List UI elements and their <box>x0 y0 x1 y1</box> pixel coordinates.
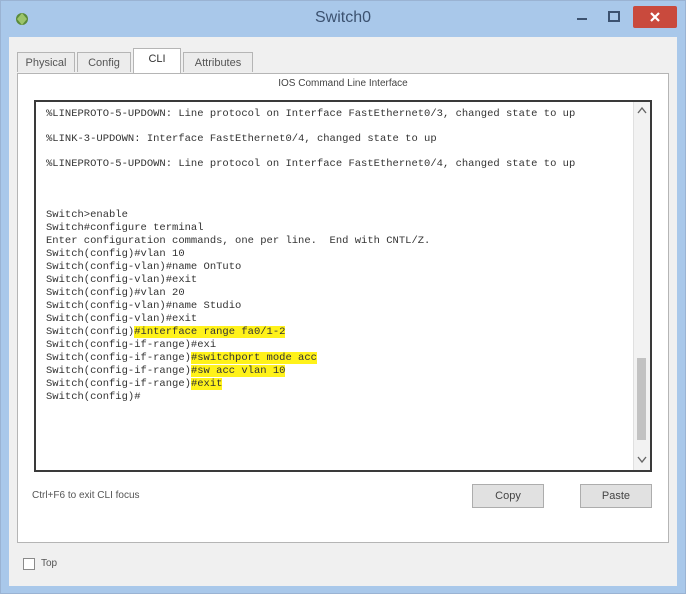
terminal-line: Enter configuration commands, one per li… <box>46 235 431 247</box>
tab-config[interactable]: Config <box>77 52 131 72</box>
terminal-line: Switch(config-vlan)#name Studio <box>46 300 242 312</box>
terminal-line: %LINEPROTO-5-UPDOWN: Line protocol on In… <box>46 108 576 120</box>
terminal-line: Switch(config)#interface range fa0/1-2 <box>46 326 626 339</box>
title-bar[interactable]: Switch0 <box>1 1 685 37</box>
terminal-line: Switch(config-if-range)#exit <box>46 378 626 391</box>
highlighted-command: #sw acc vlan 10 <box>190 365 286 377</box>
highlighted-command: #exit <box>190 378 223 390</box>
highlighted-command: #interface range fa0/1-2 <box>134 326 286 338</box>
top-checkbox[interactable] <box>23 558 35 570</box>
terminal-prompt: Switch(config-if-range) <box>46 352 191 364</box>
terminal-line: Switch(config)#vlan 20 <box>46 287 185 299</box>
tab-physical[interactable]: Physical <box>17 52 75 72</box>
terminal-line: Switch(config-if-range)#exi <box>46 339 217 351</box>
terminal-prompt: Switch(config-if-range) <box>46 365 191 377</box>
terminal-line: Switch(config)#vlan 10 <box>46 248 185 260</box>
terminal-line: Switch(config-if-range)#switchport mode … <box>46 352 626 365</box>
copy-button[interactable]: Copy <box>472 484 544 508</box>
terminal-line: Switch(config-vlan)#exit <box>46 313 198 325</box>
vertical-scrollbar[interactable] <box>633 102 650 470</box>
terminal-line: Switch(config-vlan)#exit <box>46 274 198 286</box>
top-checkbox-label: Top <box>41 558 58 569</box>
terminal-line: %LINEPROTO-5-UPDOWN: Line protocol on In… <box>46 158 576 170</box>
close-icon <box>650 12 660 22</box>
cli-terminal[interactable]: %LINEPROTO-5-UPDOWN: Line protocol on In… <box>34 100 652 472</box>
tab-cli[interactable]: CLI <box>133 48 181 73</box>
chevron-up-icon[interactable] <box>637 106 647 114</box>
terminal-line: Switch(config)# <box>46 391 141 403</box>
paste-button[interactable]: Paste <box>580 484 652 508</box>
close-button[interactable] <box>633 6 677 28</box>
cli-panel: IOS Command Line Interface %LINEPROTO-5-… <box>17 73 669 543</box>
terminal-line: %LINK-3-UPDOWN: Interface FastEthernet0/… <box>46 133 437 145</box>
scrollbar-thumb[interactable] <box>637 358 646 440</box>
chevron-down-icon[interactable] <box>637 456 647 464</box>
terminal-line: Switch(config-vlan)#name OnTuto <box>46 261 242 273</box>
terminal-output[interactable]: %LINEPROTO-5-UPDOWN: Line protocol on In… <box>46 108 626 404</box>
switch-window: Switch0 Physical Config CLI Attributes I… <box>0 0 686 594</box>
panel-heading: IOS Command Line Interface <box>278 78 408 89</box>
terminal-line: Switch#configure terminal <box>46 222 204 234</box>
highlighted-command: #switchport mode acc <box>190 352 317 364</box>
minimize-icon[interactable] <box>569 7 595 27</box>
maximize-icon[interactable] <box>601 7 627 27</box>
terminal-line: Switch>enable <box>46 209 128 221</box>
window-client-area: Physical Config CLI Attributes IOS Comma… <box>9 37 677 586</box>
terminal-line: Switch(config-if-range)#sw acc vlan 10 <box>46 365 626 378</box>
cli-focus-hint: Ctrl+F6 to exit CLI focus <box>32 490 140 501</box>
tab-attributes[interactable]: Attributes <box>183 52 253 72</box>
terminal-prompt: Switch(config-if-range) <box>46 378 191 390</box>
terminal-prompt: Switch(config) <box>46 326 135 338</box>
